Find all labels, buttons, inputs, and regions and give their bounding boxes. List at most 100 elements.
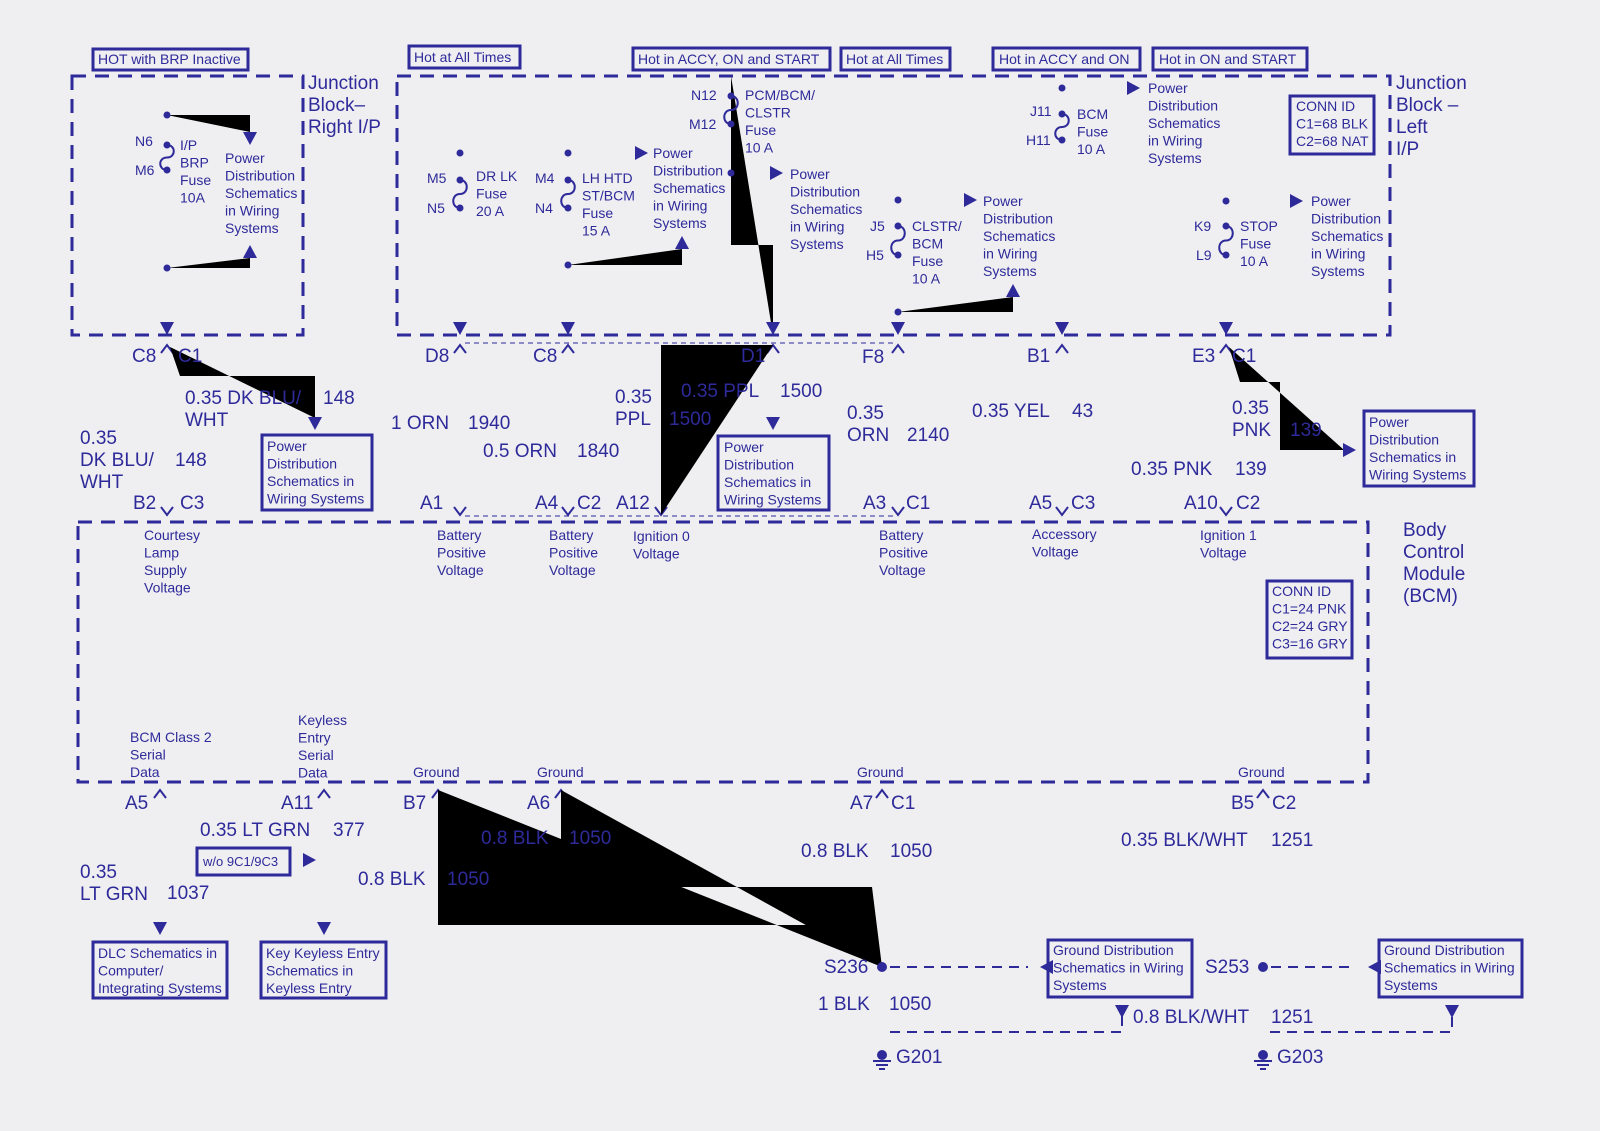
- label-bcm-title: (BCM): [1403, 586, 1458, 607]
- label-w148b: WHT: [80, 472, 124, 493]
- arrow-icon: [1445, 1005, 1459, 1018]
- label-box-pd1: Power: [267, 438, 307, 454]
- label-hdr-brp: HOT with BRP Inactive: [98, 51, 241, 67]
- label-c-a3: A3: [863, 493, 886, 514]
- label-w139a: 0.35: [1232, 398, 1269, 419]
- label-pd-b: Systems: [790, 236, 844, 252]
- label-w2140: ORN: [847, 425, 889, 446]
- label-hdr-on-start: Hot in ON and START: [1159, 51, 1297, 67]
- label-pd-e: in Wiring: [1311, 246, 1365, 262]
- fuse-icon: [452, 179, 468, 209]
- label-pd-brp: Schematics: [225, 185, 297, 201]
- label-t-keyless: Entry: [298, 730, 331, 746]
- label-s236: S236: [824, 957, 868, 978]
- label-w148b: 0.35: [80, 428, 117, 449]
- label-jb-right: Junction: [308, 73, 379, 94]
- arrow-icon: [160, 322, 174, 335]
- label-conn-bcm: C3=16 GRY: [1272, 636, 1348, 652]
- arrow-icon: [891, 322, 905, 335]
- label-box-pd3: Wiring Systems: [1369, 467, 1466, 483]
- label-n12: N12: [691, 87, 717, 103]
- arrow-icon: [1115, 1005, 1129, 1018]
- label-jb-left: Junction: [1396, 73, 1467, 94]
- label-t-batt2: Voltage: [549, 562, 596, 578]
- label-t-courtesy: Supply: [144, 562, 187, 578]
- label-m5: M5: [427, 170, 447, 186]
- label-c-c1d: C1: [891, 793, 915, 814]
- arrow-icon: [243, 132, 257, 145]
- label-c-a5b: A5: [125, 793, 148, 814]
- label-t-batt2: Positive: [549, 545, 598, 561]
- label-n1050d: 1050: [889, 994, 931, 1015]
- label-pd-a: Schematics: [653, 180, 725, 196]
- label-w139b: 0.35 PNK: [1131, 459, 1213, 480]
- label-c-f8: F8: [862, 347, 884, 368]
- bcm-outline: [76, 520, 1370, 784]
- label-box-gd1: Ground Distribution: [1053, 942, 1174, 958]
- label-c-a10: A10: [1184, 493, 1218, 514]
- connector-icon: [453, 506, 467, 517]
- label-fuse-brp: I/P: [180, 137, 197, 153]
- label-w1251b: 0.8 BLK/WHT: [1133, 1007, 1250, 1028]
- label-c-c3a: C3: [180, 493, 204, 514]
- label-jb-left: Left: [1396, 117, 1428, 138]
- label-fuse-brp: 10A: [180, 190, 206, 206]
- arrow-icon: [1006, 284, 1020, 297]
- label-n6: N6: [135, 133, 153, 149]
- label-box-pd3: Schematics in: [1369, 449, 1456, 465]
- label-fuse-drlk: 20 A: [476, 203, 505, 219]
- label-k9: K9: [1194, 218, 1211, 234]
- label-box-pd2: Wiring Systems: [724, 492, 821, 508]
- label-w1500b: PPL: [615, 409, 651, 430]
- label-fuse-pcm: 10 A: [745, 140, 774, 156]
- label-m6: M6: [135, 162, 155, 178]
- label-fuse-brp: BRP: [180, 155, 209, 171]
- label-fuse-pcm: CLSTR: [745, 105, 791, 121]
- label-n5: N5: [427, 200, 445, 216]
- label-c-b1: B1: [1027, 346, 1050, 367]
- label-n377: 377: [333, 820, 365, 841]
- label-t-batt3: Voltage: [879, 562, 926, 578]
- label-fuse-clstr: CLSTR/: [912, 218, 962, 234]
- arrow-icon: [561, 322, 575, 335]
- label-box-key: Schematics in: [266, 963, 353, 979]
- label-pd-e: Schematics: [1311, 228, 1383, 244]
- label-c-d1: D1: [741, 346, 765, 367]
- label-pd-d: Systems: [1148, 150, 1202, 166]
- arrow-icon: [303, 853, 316, 867]
- junction-dot: [894, 196, 902, 204]
- arrow-icon: [1055, 322, 1069, 335]
- label-t-class2: Data: [130, 764, 160, 780]
- label-pd-a: in Wiring: [653, 198, 707, 214]
- label-t-batt1: Voltage: [437, 562, 484, 578]
- label-n1251b: 1251: [1271, 1007, 1313, 1028]
- label-bcm-title: Body: [1403, 520, 1447, 541]
- arrow-icon: [1219, 322, 1233, 335]
- label-w1840: 0.5 ORN: [483, 441, 557, 462]
- label-t-batt3: Battery: [879, 527, 923, 543]
- label-w1500b: 0.35: [615, 387, 652, 408]
- label-bcm-title: Control: [1403, 542, 1464, 563]
- label-t-gnd3: Ground: [857, 764, 904, 780]
- label-pd-c: Systems: [983, 263, 1037, 279]
- label-pd-b: Power: [790, 166, 830, 182]
- label-fuse-stop: STOP: [1240, 218, 1278, 234]
- label-box-pd2: Power: [724, 439, 764, 455]
- label-w148a: 0.35 DK BLU/: [185, 388, 302, 409]
- connector-icon: [1256, 788, 1270, 799]
- label-conn-jb: C1=68 BLK: [1296, 116, 1369, 132]
- label-c-c8b: C8: [533, 346, 557, 367]
- label-n1050a: 1050: [447, 869, 489, 890]
- connector-icon: [891, 343, 905, 354]
- label-pd-brp: Systems: [225, 220, 279, 236]
- label-c-a1: A1: [420, 493, 443, 514]
- label-w1050d: 1 BLK: [818, 994, 870, 1015]
- junction-dot: [894, 308, 902, 316]
- label-jb-right: Block–: [308, 95, 365, 116]
- label-box-pd3: Distribution: [1369, 432, 1439, 448]
- label-fuse-stop: Fuse: [1240, 236, 1271, 252]
- arrow-icon: [153, 922, 167, 935]
- junction-dot: [877, 962, 887, 972]
- label-jb-right: Right I/P: [308, 117, 381, 138]
- label-w1037: LT GRN: [80, 884, 148, 905]
